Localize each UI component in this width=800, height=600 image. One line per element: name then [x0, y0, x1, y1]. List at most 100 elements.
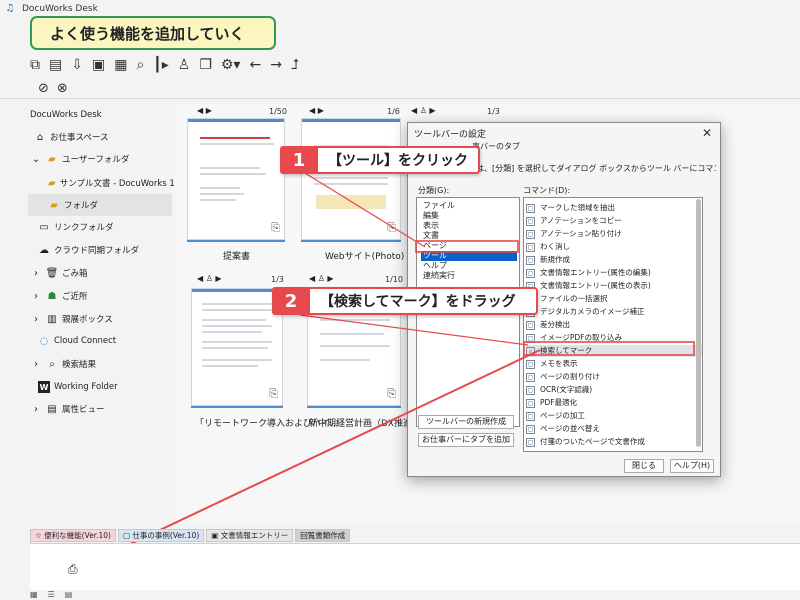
toolbar: ⧉ ▤ ⇩ ▣ ▦ ⌕ ┃▸ ♙ ❐ ⚙▾ ← → ⮥ [30, 56, 299, 74]
back-icon[interactable]: ← [249, 57, 261, 73]
command-item[interactable]: ▢ アノテーションをコピー [526, 215, 702, 227]
command-item[interactable]: ▢ ページの割り付け [526, 371, 702, 383]
attachment-icon: ⎘ [269, 387, 278, 400]
sidebar-item-working-folder[interactable]: W Working Folder [38, 376, 182, 398]
page-icon[interactable]: ▤ [49, 57, 62, 73]
sidebar-item-workspace[interactable]: ⌂ お仕事スペース [34, 126, 178, 148]
command-item[interactable]: ▢ ページの並べ替え [526, 423, 702, 435]
command-item[interactable]: ▢ イメージPDFの取り込み [526, 332, 702, 344]
sidebar-item-desk[interactable]: DocuWorks Desk [30, 104, 174, 126]
grid-view-icon[interactable]: ▦ [30, 590, 38, 600]
category-item[interactable]: 編集 [421, 211, 517, 221]
page-count: 1/50 [269, 107, 287, 116]
docuworks-logo-icon: ♫ [5, 3, 15, 14]
sidebar-item-sample[interactable]: ▰ サンプル文書 - DocuWorks 10 [48, 172, 180, 194]
command-icon: ▢ [526, 242, 535, 252]
category-item[interactable]: 連続実行 [421, 271, 517, 281]
help-button[interactable]: ヘルプ(H) [670, 459, 714, 473]
document-thumbnail[interactable]: ⎘ [301, 118, 401, 240]
page-nav[interactable]: ◀ ♙ ▶ [197, 274, 222, 283]
sidebar-item-user-folder[interactable]: ⌄ ▰ ユーザーフォルダ [30, 148, 174, 170]
window-icon[interactable]: ▣ [92, 57, 105, 73]
sidebar-item-box[interactable]: › ▥ 親展ボックス [30, 308, 174, 330]
sidebar-item-attribute-view[interactable]: › ▤ 属性ビュー [30, 398, 174, 420]
sidebar-item-search-results[interactable]: › ⌕ 検索結果 [30, 353, 174, 375]
command-item[interactable]: ▢ わく消し [526, 241, 702, 253]
up-icon[interactable]: ⮥ [291, 57, 299, 73]
command-item[interactable]: ▢デジタルカメラのイメージ補正 [526, 306, 702, 318]
command-icon: ▢ [526, 229, 535, 239]
attachment-icon: ⎘ [387, 387, 396, 400]
page-nav[interactable]: ◀ ♙ ▶ [411, 106, 436, 115]
view-icon[interactable]: ⧉ [30, 57, 40, 73]
page-nav[interactable]: ◀ ▶ [197, 106, 212, 115]
command-item[interactable]: ▢ ページの加工 [526, 410, 702, 422]
category-item[interactable]: 表示 [421, 221, 517, 231]
command-item[interactable]: ▢ 差分検出 [526, 319, 702, 331]
detail-view-icon[interactable]: ▤ [65, 590, 73, 600]
command-icon: ▢ [526, 320, 535, 330]
link-icon[interactable]: ⊗ [57, 81, 68, 96]
search-icon[interactable]: ⌕ [136, 57, 144, 73]
command-list[interactable]: ▢ マークした領域を抽出 ▢ アノテーションをコピー ▢ アノテーション貼り付け ▢ わ… [523, 197, 703, 452]
page-nav[interactable]: ◀ ▶ [309, 106, 324, 115]
command-item-search-mark[interactable]: ⌕ 検索してマーク [526, 345, 702, 357]
list-view-icon[interactable]: ☰ [48, 590, 55, 600]
sidebar-item-cloud[interactable]: ☁ クラウド同期フォルダ [38, 239, 182, 261]
sidebar-item-cloud-connect[interactable]: ◌ Cloud Connect [38, 330, 182, 352]
add-tab-button[interactable]: お仕事バーにタブを追加 [418, 433, 514, 447]
document-thumbnail[interactable]: ⎘ [187, 118, 285, 240]
sidebar-item-trash[interactable]: › 🗑 ごみ箱 [30, 262, 174, 284]
tab-work-examples[interactable]: ▢ 仕事の事例(Ver.10) [117, 529, 205, 542]
forward-icon[interactable]: → [270, 57, 282, 73]
category-item[interactable]: 文書 [421, 231, 517, 241]
sidebar: DocuWorks Desk ⌂ お仕事スペース ⌄ ▰ ユーザーフォルダ ▰ … [28, 104, 180, 524]
sidebar-item-link-folder[interactable]: ▭ リンクフォルダ [38, 216, 182, 238]
sidebar-item-label: リンクフォルダ [54, 223, 114, 233]
category-item-tool[interactable]: ツール [421, 251, 517, 261]
tab-doc-entry[interactable]: ▣ 文書情報エントリー [206, 529, 294, 542]
grid-icon[interactable]: ▦ [114, 57, 127, 73]
command-item[interactable]: ▢ 新規作成 [526, 254, 702, 266]
sidebar-item-label: お仕事スペース [50, 133, 109, 143]
tag-icon[interactable]: ⊘ [38, 81, 49, 96]
close-button[interactable]: 閉じる [624, 459, 664, 473]
chevron-right-icon: › [34, 267, 38, 279]
command-item[interactable]: ▢ 文書情報エントリー(属性の表示) [526, 280, 702, 292]
document-thumbnail[interactable]: ⎘ [191, 288, 283, 406]
sidebar-item-label: ご近所 [62, 292, 88, 302]
sidebar-item-label: サンプル文書 - DocuWorks 10 [59, 179, 181, 189]
settings-icon[interactable]: ⚙▾ [221, 57, 241, 73]
command-item[interactable]: ▢ メモを表示 [526, 358, 702, 370]
chevron-right-icon: › [34, 403, 38, 415]
sidebar-item-neighbor[interactable]: › ☗ ご近所 [30, 285, 174, 307]
split-icon[interactable]: ┃▸ [153, 57, 168, 73]
command-label: コマンド(D): [523, 186, 571, 195]
page-count: 1/3 [271, 275, 284, 284]
command-item[interactable]: ▢ 付箋のついたページで文書作成 [526, 436, 702, 448]
page-nav[interactable]: ◀ ♙ ▶ [309, 274, 334, 283]
command-item[interactable]: ▢ 文書情報エントリー(属性の編集) [526, 267, 702, 279]
command-item[interactable]: ▢ OCR(文字認識) [526, 384, 702, 396]
command-icon: ▢ [526, 424, 535, 434]
command-item[interactable]: ▢ マークした領域を抽出 [526, 202, 702, 214]
command-item[interactable]: ▢ PDF最適化 [526, 397, 702, 409]
category-item[interactable]: ヘルプ [421, 261, 517, 271]
category-item[interactable]: ページ [421, 241, 517, 251]
stamp-icon[interactable]: ♙ [178, 57, 191, 73]
category-item[interactable]: ファイル [421, 201, 517, 211]
command-item[interactable]: ▢ アノテーション貼り付け [526, 228, 702, 240]
sidebar-item-folder[interactable]: ▰ フォルダ [28, 194, 172, 216]
tab-convenient[interactable]: ☆ 便利な機能(Ver.10) [30, 529, 116, 542]
search-mark-drop-icon[interactable]: ⎙ [68, 562, 78, 577]
tab-circulation[interactable]: 回覧書類作成 [295, 529, 351, 542]
command-item[interactable]: ▢ファイルの一括選択 [526, 293, 702, 305]
new-toolbar-button[interactable]: ツールバーの新規作成 [418, 415, 514, 429]
copy-icon[interactable]: ❐ [199, 57, 212, 73]
close-icon[interactable]: ✕ [702, 126, 712, 140]
scrollbar[interactable] [696, 199, 701, 447]
folder-icon: ▰ [50, 199, 58, 211]
callout-step-1: 1 【ツール】をクリック [280, 146, 480, 174]
toolbar-secondary: ⊘ ⊗ [38, 80, 68, 96]
download-icon[interactable]: ⇩ [71, 57, 83, 73]
